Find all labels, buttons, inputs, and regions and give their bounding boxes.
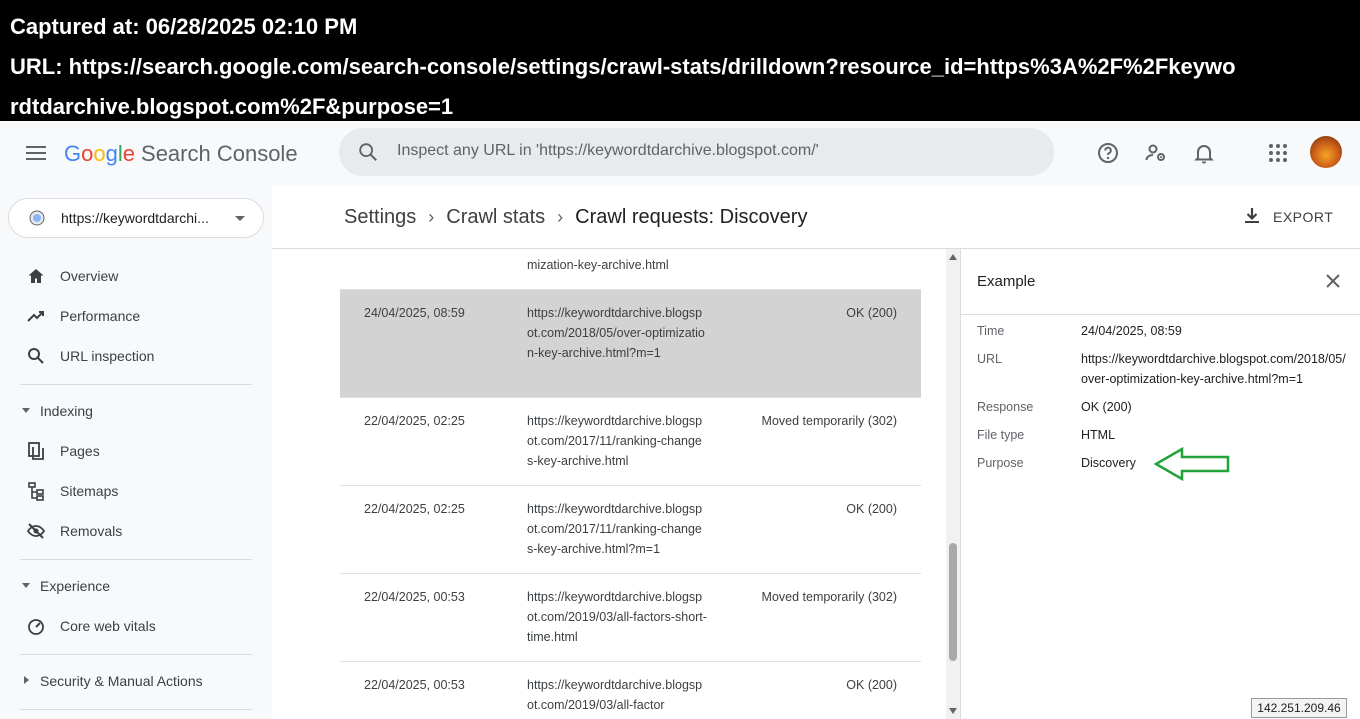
chevron-down-icon xyxy=(235,216,245,221)
breadcrumb: Settings › Crawl stats › Crawl requests: Dis… xyxy=(344,204,807,230)
account-avatar[interactable] xyxy=(1310,136,1342,168)
sidebar-item-url-inspection[interactable]: URL inspection xyxy=(0,336,272,376)
scroll-up-arrow-icon[interactable] xyxy=(949,254,957,260)
url-inspection-search[interactable]: Inspect any URL in 'https://keywordtdarc… xyxy=(339,128,1054,176)
table-cell-url: https://keywordtdarchive.blogspot.com/20… xyxy=(527,590,707,644)
home-icon xyxy=(28,269,44,283)
pages-icon xyxy=(28,442,44,460)
sidebar-item-pages[interactable]: Pages xyxy=(0,431,272,471)
chevron-right-icon: › xyxy=(428,207,435,227)
sidebar-divider xyxy=(20,654,252,655)
table-cell-response: OK (200) xyxy=(846,502,897,516)
sitemap-icon xyxy=(28,482,44,501)
page-title: Crawl requests: Discovery xyxy=(575,206,808,228)
table-cell-response: Moved temporarily (302) xyxy=(761,414,897,428)
captured-at-text: Captured at: 06/28/2025 02:10 PM xyxy=(10,14,358,39)
speed-gauge-icon xyxy=(28,619,44,635)
table-cell-response: OK (200) xyxy=(846,306,897,320)
ip-address-badge: 142.251.209.46 xyxy=(1251,698,1347,718)
search-icon xyxy=(359,143,377,161)
table-row[interactable]: 22/04/2025, 00:53 https://keywordtdarchi… xyxy=(340,662,921,719)
table-cell-time: 22/04/2025, 00:53 xyxy=(364,590,465,604)
caret-down-icon xyxy=(22,583,30,588)
property-name: https://keywordtdarchi... xyxy=(61,210,209,226)
user-settings-icon[interactable] xyxy=(1144,141,1168,165)
example-detail-panel: Example Time 24/04/2025, 08:59 URL https… xyxy=(960,249,1360,719)
caret-right-icon xyxy=(24,676,29,684)
sidebar-section-security[interactable]: Security & Manual Actions xyxy=(0,661,272,701)
sidebar-item-sitemaps[interactable]: Sitemaps xyxy=(0,471,272,511)
search-console-logo[interactable]: Google Search Console xyxy=(64,140,298,168)
sidebar-item-core-web-vitals[interactable]: Core web vitals xyxy=(0,606,272,646)
notifications-bell-icon[interactable] xyxy=(1192,141,1216,165)
table-row[interactable]: mization-key-archive.html xyxy=(340,249,921,290)
table-cell-url: mization-key-archive.html xyxy=(527,258,669,272)
crawl-requests-table: mization-key-archive.html 24/04/2025, 08… xyxy=(340,249,921,719)
table-cell-url: https://keywordtdarchive.blogspot.com/20… xyxy=(527,678,703,712)
product-name: Search Console xyxy=(141,141,298,166)
annotation-arrow-icon xyxy=(1153,446,1230,482)
table-cell-response: OK (200) xyxy=(846,678,897,692)
removals-icon xyxy=(26,523,46,539)
table-row[interactable]: 22/04/2025, 02:25 https://keywordtdarchi… xyxy=(340,398,921,486)
search-input[interactable]: Inspect any URL in 'https://keywordtdarc… xyxy=(397,142,819,160)
search-icon xyxy=(28,348,44,364)
chevron-right-icon: › xyxy=(557,207,564,227)
sidebar-section-experience[interactable]: Experience xyxy=(0,566,272,606)
panel-title: Example xyxy=(977,273,1036,290)
table-cell-response: Moved temporarily (302) xyxy=(761,590,897,604)
breadcrumb-crawl-stats[interactable]: Crawl stats xyxy=(446,206,545,228)
capture-banner: Captured at: 06/28/2025 02:10 PM URL: ht… xyxy=(0,0,1360,121)
table-cell-url: https://keywordtdarchive.blogspot.com/20… xyxy=(527,306,705,360)
scrollbar-thumb[interactable] xyxy=(949,543,957,661)
table-cell-time: 24/04/2025, 08:59 xyxy=(364,306,465,320)
panel-divider xyxy=(961,314,1360,315)
close-icon[interactable] xyxy=(1324,272,1342,290)
table-cell-url: https://keywordtdarchive.blogspot.com/20… xyxy=(527,414,703,468)
download-icon xyxy=(1245,208,1259,223)
sidebar-divider xyxy=(20,384,252,385)
breadcrumb-settings[interactable]: Settings xyxy=(344,206,416,228)
table-cell-url: https://keywordtdarchive.blogspot.com/20… xyxy=(527,502,703,556)
property-selector[interactable]: https://keywordtdarchi... xyxy=(8,198,264,238)
hamburger-menu-icon[interactable] xyxy=(26,144,46,162)
apps-grid-icon[interactable] xyxy=(1266,141,1290,165)
table-scrollbar[interactable] xyxy=(946,249,960,719)
caret-down-icon xyxy=(22,408,30,413)
scroll-down-arrow-icon[interactable] xyxy=(949,708,957,714)
table-cell-time: 22/04/2025, 00:53 xyxy=(364,678,465,692)
sidebar-item-performance[interactable]: Performance xyxy=(0,296,272,336)
trending-up-icon xyxy=(27,311,44,322)
table-row[interactable]: 24/04/2025, 08:59 https://keywordtdarchi… xyxy=(340,290,921,398)
sidebar-divider xyxy=(20,559,252,560)
table-cell-time: 22/04/2025, 02:25 xyxy=(364,502,465,516)
table-cell-time: 22/04/2025, 02:25 xyxy=(364,414,465,428)
sidebar-divider xyxy=(20,709,252,710)
globe-icon xyxy=(29,210,45,226)
sidebar-section-indexing[interactable]: Indexing xyxy=(0,391,272,431)
url-text-line1: URL: https://search.google.com/search-co… xyxy=(10,54,1236,79)
table-row[interactable]: 22/04/2025, 00:53 https://keywordtdarchi… xyxy=(340,574,921,662)
table-row[interactable]: 22/04/2025, 02:25 https://keywordtdarchi… xyxy=(340,486,921,574)
help-icon[interactable] xyxy=(1096,141,1120,165)
sidebar-item-overview[interactable]: Overview xyxy=(0,256,272,296)
sidebar-item-removals[interactable]: Removals xyxy=(0,511,272,551)
